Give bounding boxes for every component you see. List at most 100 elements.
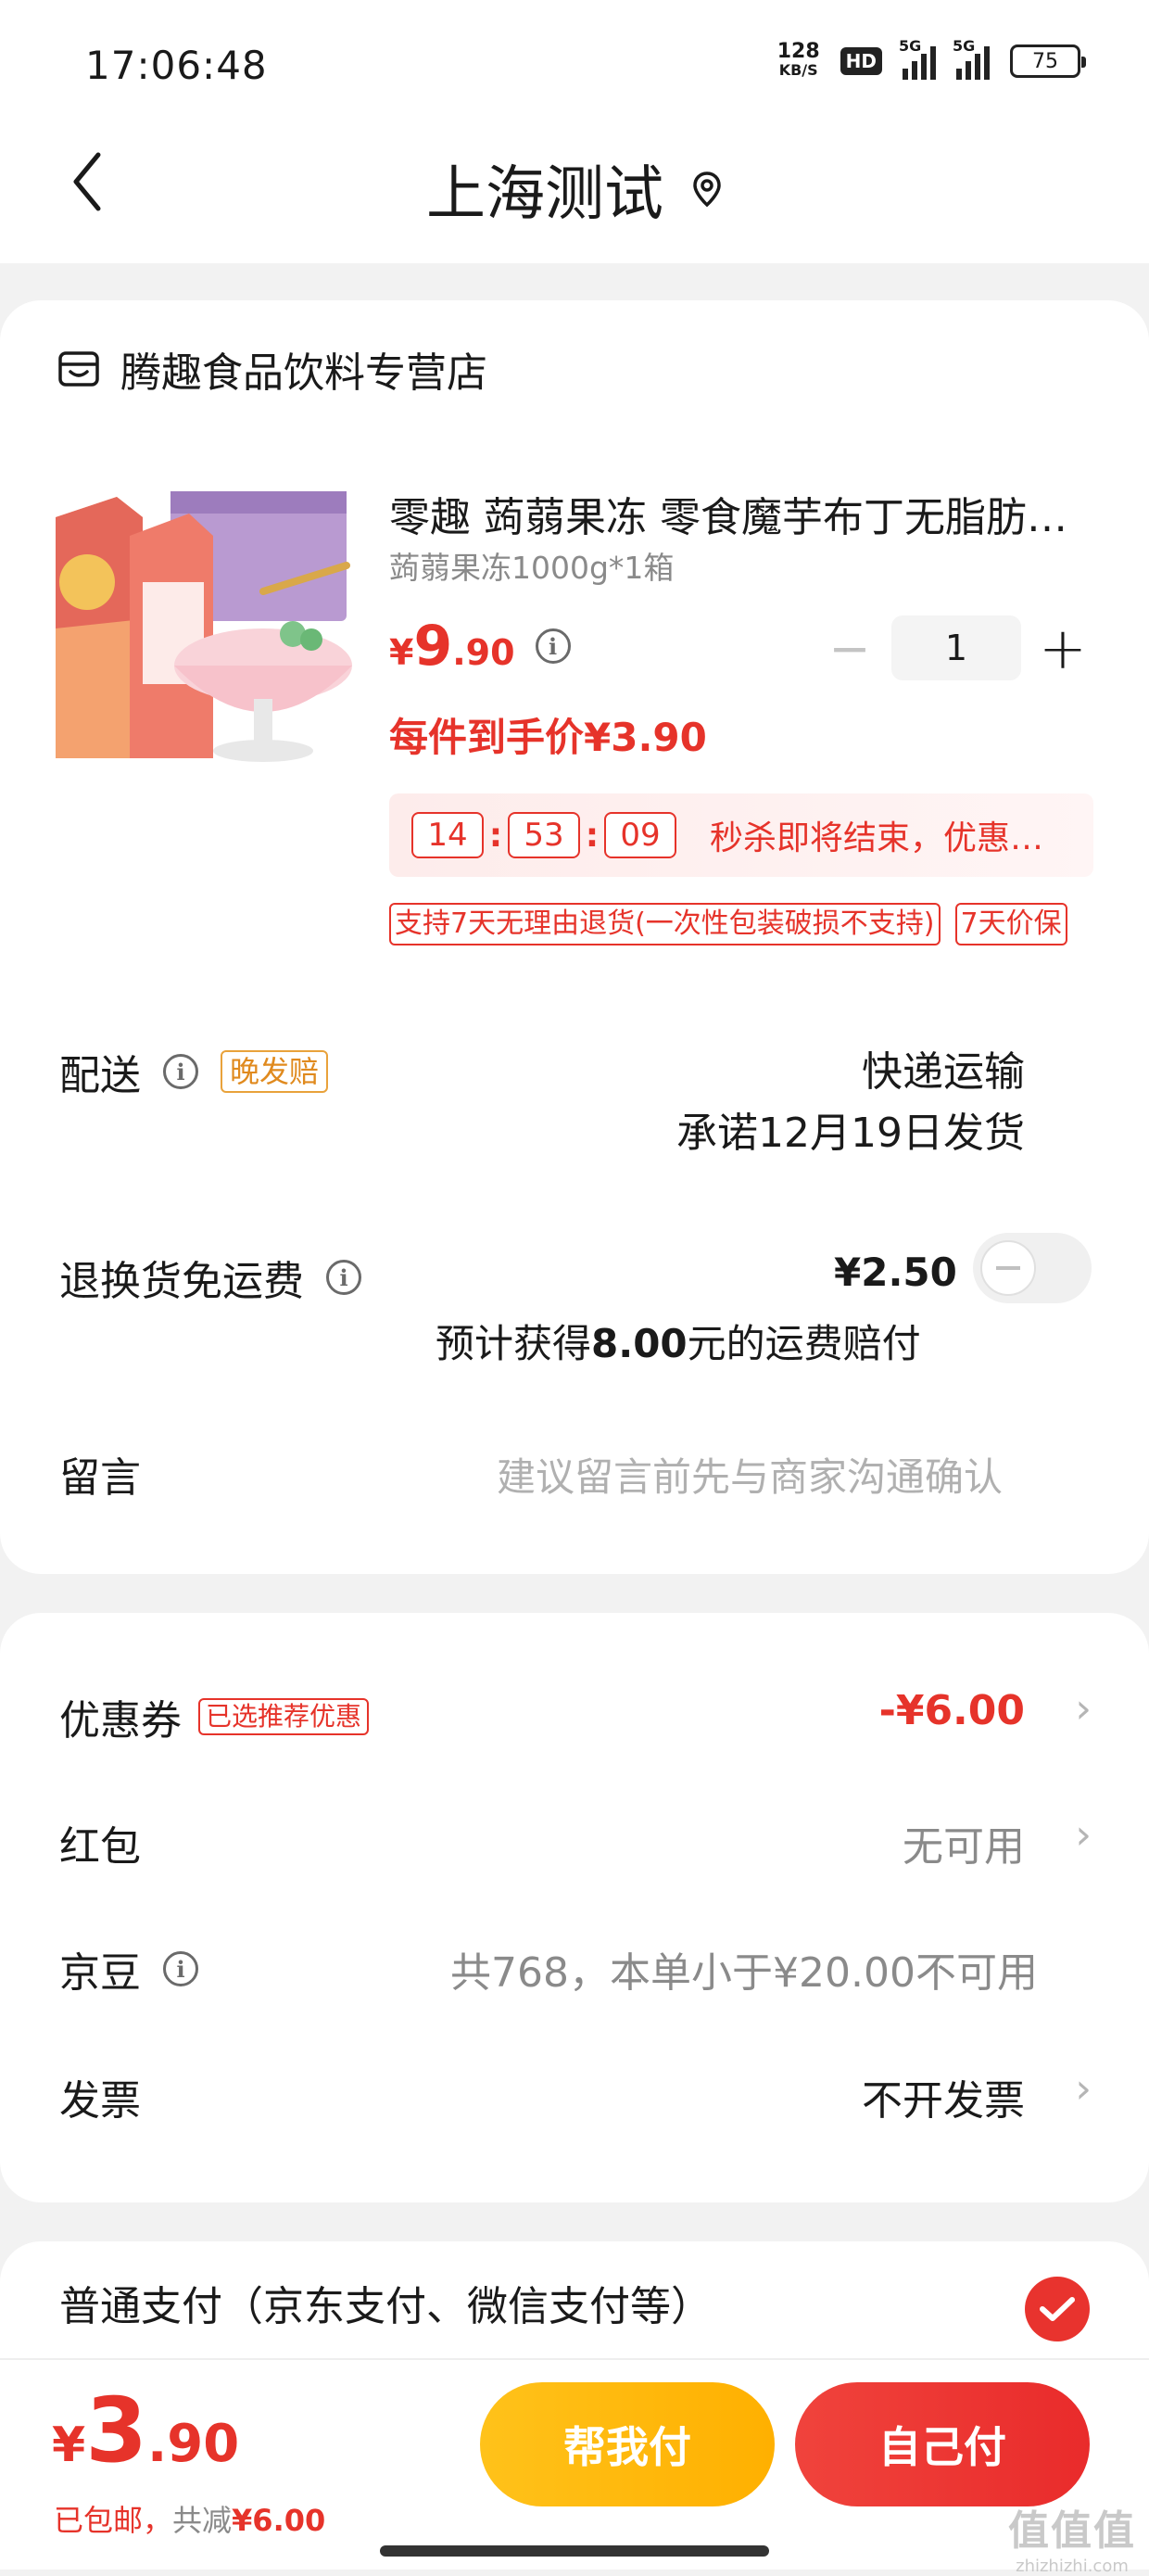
total-price: ¥ 3 .90 bbox=[52, 2379, 239, 2482]
store-name: 腾趣食品饮料专营店 bbox=[120, 349, 487, 397]
invoice-value[interactable]: 不开发票 bbox=[862, 2067, 1025, 2126]
return-shipping-note: 预计获得8.00元的运费赔付 bbox=[436, 1313, 921, 1369]
status-icons: 128 KB/S HD 5G 5G 75 bbox=[777, 37, 1086, 80]
coupon-row[interactable]: 优惠券 已选推荐优惠 bbox=[59, 1687, 370, 1746]
coupon-label: 优惠券 bbox=[59, 1697, 182, 1745]
home-indicator[interactable] bbox=[380, 2545, 769, 2557]
network-speed-unit: KB/S bbox=[778, 61, 818, 79]
red-packet-value[interactable]: 无可用 bbox=[903, 1813, 1025, 1872]
delivery-method: 快递运输 bbox=[862, 1048, 1025, 1096]
delivery-promise: 承诺12月19日发货 bbox=[676, 1110, 1025, 1157]
product-image[interactable] bbox=[50, 480, 352, 777]
total-symbol: ¥ bbox=[52, 2417, 86, 2473]
payment-label: 普通支付（京东支付、微信支付等） bbox=[59, 2283, 712, 2330]
return-policy-tag[interactable]: 支持7天无理由退货(一次性包装破损不支持) bbox=[389, 903, 941, 945]
store-icon bbox=[58, 351, 99, 387]
increase-button[interactable]: + bbox=[1038, 615, 1088, 682]
delivery-label-text: 配送 bbox=[59, 1052, 141, 1099]
self-pay-button[interactable]: 自己付 bbox=[795, 2382, 1090, 2506]
signal-icon-2: 5G bbox=[953, 37, 990, 80]
total-subtext: 已包邮，共减¥6.00 bbox=[54, 2497, 325, 2540]
unit-final-price: 每件到手价¥3.90 bbox=[389, 715, 707, 760]
delivery-info-icon[interactable]: i bbox=[163, 1054, 198, 1089]
price-info-icon[interactable]: i bbox=[535, 628, 571, 664]
service-tags: 支持7天无理由退货(一次性包装破损不支持) 7天价保 bbox=[389, 903, 1067, 945]
decrease-button[interactable]: − bbox=[825, 619, 875, 678]
payment-option[interactable]: 普通支付（京东支付、微信支付等） bbox=[59, 2273, 712, 2332]
invoice-row[interactable]: 发票 bbox=[59, 2067, 141, 2126]
countdown-minutes: 53 bbox=[508, 812, 580, 858]
chevron-right-icon[interactable]: › bbox=[1075, 1685, 1092, 1732]
message-input[interactable]: 建议留言前先与商家沟通确认 bbox=[497, 1446, 1003, 1503]
countdown-seconds: 09 bbox=[604, 812, 676, 858]
order-card: 腾趣食品饮料专营店 零趣 蒟蒻果冻 零食魔芋布丁无脂肪… 蒟蒻果冻1000g*1… bbox=[0, 300, 1149, 1574]
flash-sale-text: 秒杀即将结束，优惠… bbox=[710, 819, 1044, 857]
product-name[interactable]: 零趣 蒟蒻果冻 零食魔芋布丁无脂肪… bbox=[389, 484, 1093, 543]
note-suffix: 元的运费赔付 bbox=[687, 1321, 921, 1366]
jingdou-value: 共768，本单小于¥20.00不可用 bbox=[450, 1949, 1038, 1997]
jingdou-label: 京豆 bbox=[59, 1949, 141, 1997]
invoice-label: 发票 bbox=[59, 2077, 141, 2125]
return-shipping-info-icon[interactable]: i bbox=[326, 1260, 361, 1295]
price-decimal: .90 bbox=[452, 632, 515, 673]
return-shipping-price: ¥2.50 bbox=[834, 1250, 957, 1295]
flash-sale-bar: 14 : 53 : 09 秒杀即将结束，优惠… bbox=[389, 793, 1093, 877]
help-pay-button[interactable]: 帮我付 bbox=[480, 2382, 775, 2506]
signal-label-2: 5G bbox=[953, 37, 976, 55]
jingdou-info-icon[interactable]: i bbox=[163, 1951, 198, 1986]
product-spec[interactable]: 蒟蒻果冻1000g*1箱 bbox=[389, 543, 674, 588]
quantity-value[interactable]: 1 bbox=[891, 615, 1021, 680]
shipping-note: 已包邮， bbox=[54, 2503, 173, 2538]
jingdou-row: 京豆 i bbox=[59, 1939, 198, 1999]
product-price: ¥ 9 .90 i bbox=[389, 614, 571, 679]
return-shipping-label-text: 退换货免运费 bbox=[59, 1258, 304, 1305]
battery-level: 75 bbox=[1032, 49, 1058, 73]
message-label-text: 留言 bbox=[59, 1454, 141, 1502]
red-packet-row[interactable]: 红包 bbox=[59, 1813, 141, 1872]
chevron-right-icon[interactable]: › bbox=[1075, 1811, 1092, 1859]
status-time: 17:06:48 bbox=[85, 43, 268, 88]
bottom-bar: ¥ 3 .90 已包邮，共减¥6.00 帮我付 自己付 值值值 zhizhizh… bbox=[0, 2358, 1149, 2576]
checkmark-icon[interactable] bbox=[1025, 2277, 1090, 2341]
price-symbol: ¥ bbox=[389, 632, 414, 673]
discount-card: 优惠券 已选推荐优惠 -¥6.00 › 红包 无可用 › 京豆 i 共768，本… bbox=[0, 1613, 1149, 2202]
network-speed-value: 128 bbox=[777, 40, 820, 63]
message-label: 留言 bbox=[59, 1444, 141, 1504]
total-decimal: .90 bbox=[146, 2414, 240, 2474]
product-jelly-image bbox=[50, 480, 352, 777]
top-header: 17:06:48 128 KB/S HD 5G 5G 75 上海测试 bbox=[0, 0, 1149, 263]
discount-prefix: 共减 bbox=[172, 2503, 233, 2538]
note-prefix: 预计获得 bbox=[436, 1321, 592, 1366]
page-title[interactable]: 上海测试 bbox=[0, 146, 1149, 232]
chevron-right-icon[interactable]: › bbox=[1075, 2065, 1092, 2113]
signal-label: 5G bbox=[899, 37, 922, 55]
countdown-colon: : bbox=[585, 816, 600, 855]
delivery-label: 配送 i 晚发赔 bbox=[59, 1042, 329, 1101]
signal-icon: 5G bbox=[899, 37, 936, 80]
return-shipping-label: 退换货免运费 i bbox=[59, 1248, 361, 1307]
watermark-logo: 值值值 bbox=[1008, 2507, 1136, 2555]
address-title: 上海测试 bbox=[426, 160, 663, 229]
late-compensation-tag: 晚发赔 bbox=[221, 1050, 329, 1093]
note-amount: 8.00 bbox=[591, 1321, 688, 1366]
watermark: 值值值 zhizhizhi.com bbox=[1008, 2497, 1136, 2576]
red-packet-label: 红包 bbox=[59, 1823, 141, 1871]
hd-icon: HD bbox=[840, 47, 882, 75]
coupon-recommended-tag: 已选推荐优惠 bbox=[198, 1698, 370, 1735]
battery-icon: 75 bbox=[1010, 44, 1086, 78]
network-speed: 128 KB/S bbox=[777, 40, 820, 80]
countdown-colon: : bbox=[488, 816, 503, 855]
delivery-info[interactable]: 快递运输 承诺12月19日发货 bbox=[676, 1042, 1025, 1164]
check-icon bbox=[1040, 2297, 1075, 2321]
countdown-hours: 14 bbox=[411, 812, 484, 858]
price-protect-tag[interactable]: 7天价保 bbox=[954, 903, 1067, 945]
return-shipping-toggle[interactable] bbox=[973, 1233, 1092, 1303]
store-row[interactable]: 腾趣食品饮料专营店 bbox=[57, 339, 487, 399]
total-integer: 3 bbox=[85, 2379, 147, 2482]
watermark-url: zhizhizhi.com bbox=[1016, 2557, 1129, 2576]
price-integer: 9 bbox=[413, 614, 453, 679]
discount-value: ¥6.00 bbox=[232, 2503, 326, 2538]
quantity-stepper: − 1 + bbox=[825, 615, 1088, 682]
toggle-knob bbox=[980, 1240, 1036, 1296]
coupon-value[interactable]: -¥6.00 bbox=[879, 1687, 1025, 1734]
